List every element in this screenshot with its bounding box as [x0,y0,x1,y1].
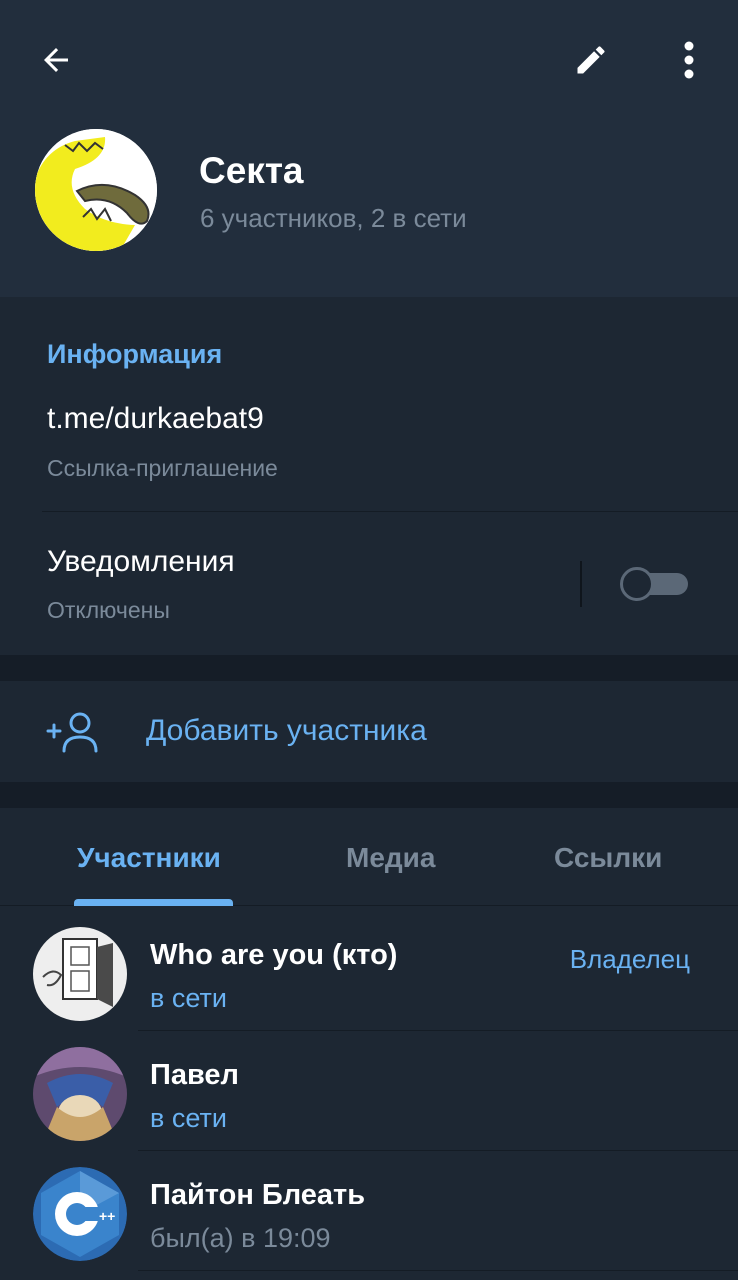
divider [42,511,738,512]
notifications-label[interactable]: Уведомления [47,545,235,579]
section-gap [0,782,738,808]
tab-members[interactable]: Участники [77,842,221,874]
group-avatar[interactable] [35,129,157,251]
notifications-state: Отключены [47,597,170,623]
divider [138,1270,738,1271]
section-gap [0,655,738,681]
more-vertical-icon [684,41,694,79]
member-role-badge: Владелец [569,944,690,974]
member-name: Пайтон Блеать [150,1179,366,1211]
group-member-count: 6 участников, 2 в сети [200,203,467,233]
tab-media[interactable]: Медиа [346,842,435,874]
toggle-knob [620,567,654,601]
avatar [33,1047,127,1141]
avatar-image: ++ [33,1167,127,1261]
edit-button[interactable] [561,30,621,90]
divider-vertical [580,561,582,607]
more-menu-button[interactable] [659,30,719,90]
avatar-image [33,1047,127,1141]
avatar-image [33,927,127,1021]
arrow-left-icon [44,48,68,72]
add-member-button[interactable]: Добавить участника [0,681,738,782]
active-tab-indicator [74,899,233,906]
group-avatar-image [35,129,157,251]
pencil-icon [577,46,605,74]
invite-link-caption: Ссылка-приглашение [47,455,278,481]
info-section-title: Информация [47,339,223,369]
back-button[interactable] [26,30,86,90]
member-name: Павел [150,1059,239,1091]
chat-header: Секта 6 участников, 2 в сети [0,0,738,297]
member-row[interactable]: Павел в сети [0,1031,738,1151]
add-user-icon [46,712,98,753]
info-section: Информация t.me/durkaebat9 Ссылка-пригла… [0,297,738,655]
member-status: был(а) в 19:09 [150,1223,331,1253]
member-status: в сети [150,1103,227,1133]
member-name: Who are you (кто) [150,939,398,971]
add-member-label: Добавить участника [146,714,427,747]
svg-text:++: ++ [99,1208,115,1224]
member-row[interactable]: Who are you (кто) в сети Владелец [0,911,738,1031]
group-title: Секта [199,150,304,191]
notifications-toggle[interactable] [620,567,688,601]
invite-link[interactable]: t.me/durkaebat9 [47,402,264,436]
avatar [33,927,127,1021]
member-status: в сети [150,983,227,1013]
avatar: ++ [33,1167,127,1261]
member-row[interactable]: ++ Пайтон Блеать был(а) в 19:09 [0,1151,738,1271]
tab-bar: Участники Медиа Ссылки [0,808,738,906]
tab-links[interactable]: Ссылки [554,842,662,874]
